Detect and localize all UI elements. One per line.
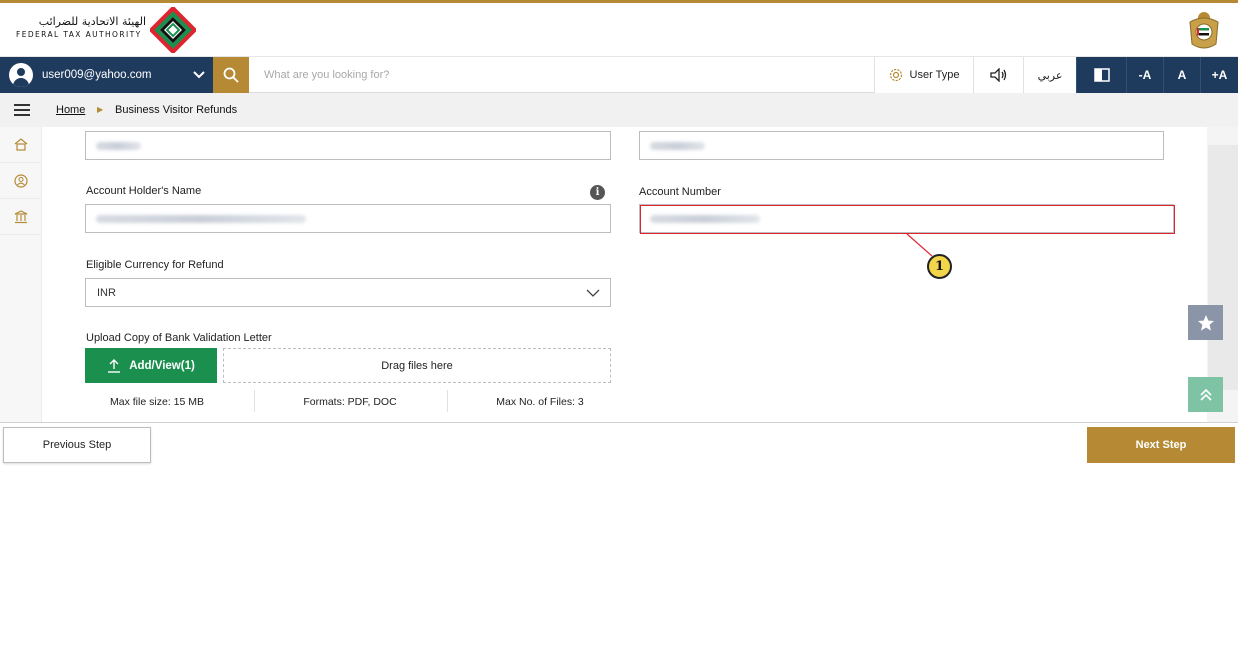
scrollbar-thumb[interactable] <box>1208 145 1238 390</box>
contrast-toggle[interactable] <box>1076 57 1126 93</box>
speaker-icon <box>989 68 1006 82</box>
info-icon[interactable]: i <box>590 185 605 200</box>
redacted-value <box>650 142 705 150</box>
account-number-label: Account Number <box>639 186 721 198</box>
star-icon <box>1197 314 1214 331</box>
language-label: عربي <box>1037 69 1063 82</box>
chevron-down-icon <box>586 289 600 297</box>
next-step-label: Next Step <box>1135 439 1187 451</box>
max-files-text: Max No. of Files: 3 <box>496 396 584 408</box>
home-icon <box>14 138 28 151</box>
logo-arabic-text: الهيئة الاتحادية للضرائب <box>38 15 146 28</box>
rail-bank-button[interactable] <box>0 199 42 235</box>
currency-selected-value: INR <box>97 287 116 299</box>
account-holder-label: Account Holder's Name <box>86 185 202 197</box>
rail-home-button[interactable] <box>0 127 42 163</box>
redacted-value <box>96 215 306 223</box>
search-button[interactable] <box>213 57 249 93</box>
previous-step-label: Previous Step <box>42 439 112 451</box>
redacted-value <box>96 142 141 150</box>
rail-profile-button[interactable] <box>0 163 42 199</box>
scroll-to-top-button[interactable] <box>1188 377 1223 412</box>
file-dropzone[interactable]: Drag files here <box>223 348 611 383</box>
font-reset-label: A <box>1177 68 1187 82</box>
dropzone-text: Drag files here <box>381 359 453 372</box>
footer-divider <box>0 422 1238 423</box>
top-toolbar: user009@yahoo.com User Type عربي -A A +A <box>0 57 1238 93</box>
breadcrumb-current: Business Visitor Refunds <box>115 104 238 116</box>
chevron-down-icon <box>193 71 205 79</box>
user-avatar-icon <box>9 63 33 87</box>
search-icon <box>223 67 239 83</box>
highlight-box <box>640 205 1175 234</box>
uae-emblem-icon <box>1189 12 1219 49</box>
language-toggle[interactable]: عربي <box>1023 57 1076 93</box>
callout-badge: 1 <box>927 254 952 279</box>
meta-divider <box>447 390 448 412</box>
logo-english-text: FEDERAL TAX AUTHORITY <box>16 30 142 39</box>
add-view-label: Add/View(1) <box>129 359 195 372</box>
upload-label: Upload Copy of Bank Validation Letter <box>86 332 272 344</box>
breadcrumb-arrow-icon: ▶ <box>97 105 104 114</box>
gear-icon <box>889 68 902 82</box>
currency-select[interactable]: INR <box>85 278 611 307</box>
user-email: user009@yahoo.com <box>42 69 152 81</box>
account-holder-input[interactable] <box>85 204 611 233</box>
user-type-button[interactable]: User Type <box>874 57 973 93</box>
font-increase-button[interactable]: +A <box>1200 57 1238 93</box>
hamburger-menu-icon[interactable] <box>14 104 30 116</box>
breadcrumb: Home ▶ Business Visitor Refunds <box>0 93 1238 127</box>
user-menu-button[interactable]: user009@yahoo.com <box>0 57 213 93</box>
max-file-size-text: Max file size: 15 MB <box>110 396 204 408</box>
site-header: الهيئة الاتحادية للضرائب FEDERAL TAX AUT… <box>0 3 1238 57</box>
upload-icon <box>108 358 121 373</box>
font-decrease-label: -A <box>1138 68 1152 82</box>
favorite-button[interactable] <box>1188 305 1223 340</box>
previous-step-button[interactable]: Previous Step <box>3 427 151 463</box>
bank-icon <box>14 209 28 223</box>
font-reset-button[interactable]: A <box>1163 57 1200 93</box>
add-view-button[interactable]: Add/View(1) <box>85 348 217 383</box>
font-decrease-button[interactable]: -A <box>1126 57 1163 93</box>
side-icon-rail <box>0 127 42 422</box>
next-step-button[interactable]: Next Step <box>1087 427 1235 463</box>
fta-logo-icon[interactable] <box>150 7 196 53</box>
meta-divider <box>254 390 255 412</box>
previous-field-right[interactable] <box>639 131 1164 160</box>
font-increase-label: +A <box>1211 68 1228 82</box>
user-circle-icon <box>14 173 28 188</box>
double-chevron-up-icon <box>1199 388 1212 401</box>
breadcrumb-home-link[interactable]: Home <box>56 104 85 116</box>
previous-field-left[interactable] <box>85 131 611 160</box>
formats-text: Formats: PDF, DOC <box>303 396 397 408</box>
user-type-label: User Type <box>909 69 960 81</box>
fta-logo-text[interactable]: الهيئة الاتحادية للضرائب FEDERAL TAX AUT… <box>16 15 146 39</box>
currency-label: Eligible Currency for Refund <box>86 259 224 271</box>
read-aloud-button[interactable] <box>973 57 1023 93</box>
contrast-icon <box>1093 68 1110 82</box>
search-input[interactable] <box>254 60 854 90</box>
